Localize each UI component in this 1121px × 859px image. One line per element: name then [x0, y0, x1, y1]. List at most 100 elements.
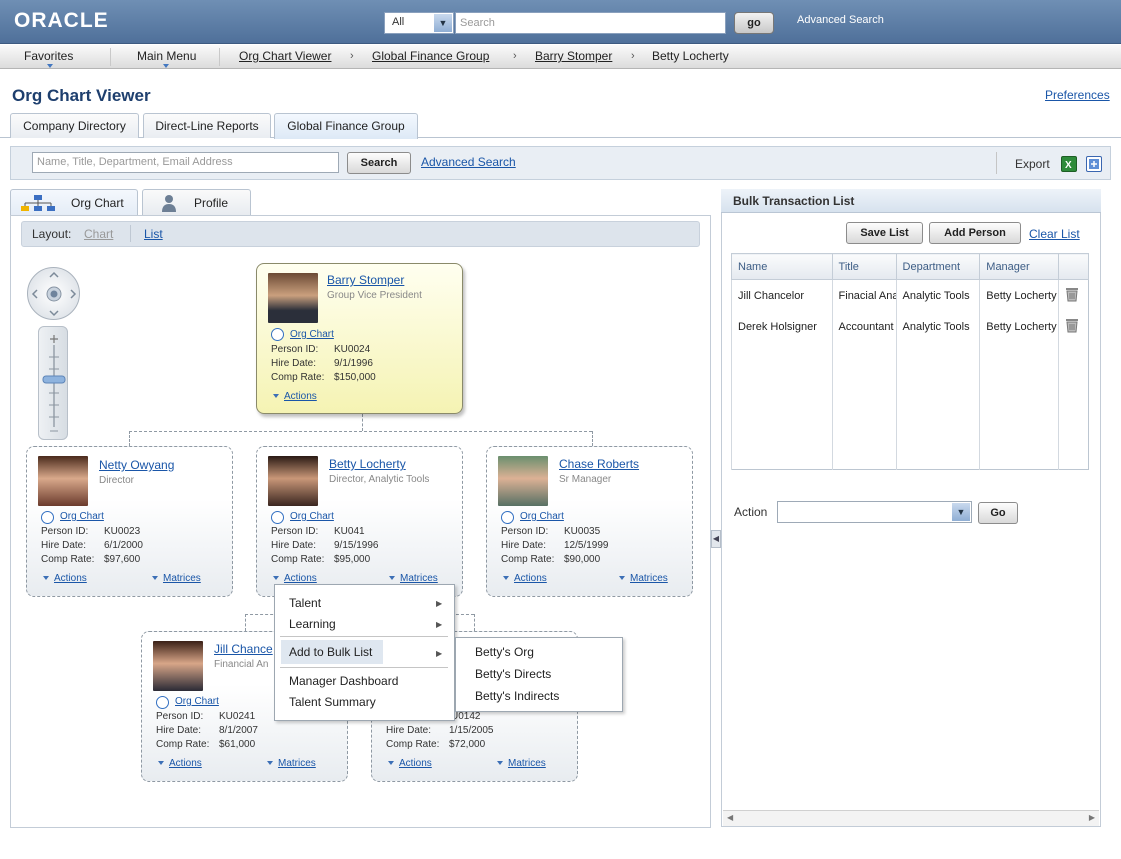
org-chart-link[interactable]: Org Chart: [290, 511, 334, 522]
export-file-icon[interactable]: [1086, 156, 1102, 172]
avatar: [498, 456, 548, 506]
menu-item-talent[interactable]: Talent: [289, 596, 321, 610]
chevron-down-icon: [43, 576, 49, 581]
submenu-item-bettys-org[interactable]: Betty's Org: [475, 645, 534, 659]
header-advanced-search-link[interactable]: Advanced Search: [797, 14, 884, 26]
action-select[interactable]: ▼: [777, 501, 972, 523]
tab-company-directory[interactable]: Company Directory: [10, 113, 139, 138]
layout-list-link[interactable]: List: [144, 227, 163, 241]
table-header-row: Name Title Department Manager: [731, 253, 1089, 280]
main-menu-dropdown-icon: [163, 64, 169, 68]
zoom-scale-icon: [42, 335, 66, 432]
menu-item-add-to-bulk-list[interactable]: Add to Bulk List: [289, 645, 372, 659]
hire-date-value: 8/1/2007: [219, 725, 258, 736]
breadcrumb-org-chart-viewer[interactable]: Org Chart Viewer: [239, 49, 331, 63]
main-menu[interactable]: Main Menu: [137, 49, 196, 63]
action-go-button[interactable]: Go: [978, 502, 1018, 524]
layout-divider: [130, 225, 131, 242]
favorites-menu[interactable]: Favorites: [24, 49, 73, 63]
person-id-value: KU041: [334, 526, 365, 537]
hire-date-value: 9/15/1996: [334, 540, 379, 551]
horizontal-scrollbar[interactable]: ◀ ▶: [723, 810, 1099, 826]
actions-menu-button[interactable]: Actions: [43, 573, 87, 584]
save-list-button[interactable]: Save List: [846, 222, 923, 244]
tab-direct-line-reports[interactable]: Direct-Line Reports: [143, 113, 271, 138]
layout-chart-link[interactable]: Chart: [84, 227, 113, 241]
person-id-value: U0142: [451, 711, 481, 722]
breadcrumb-global-finance-group[interactable]: Global Finance Group: [372, 49, 489, 63]
target-icon: [501, 511, 514, 524]
trash-icon[interactable]: [1065, 286, 1079, 302]
actions-menu-button[interactable]: Actions: [158, 758, 202, 769]
submenu-item-bettys-indirects[interactable]: Betty's Indirects: [475, 689, 559, 703]
clear-list-link[interactable]: Clear List: [1029, 227, 1080, 241]
avatar: [268, 273, 318, 323]
tab-profile[interactable]: Profile: [142, 189, 251, 216]
person-name-link[interactable]: Chase Roberts: [559, 457, 639, 471]
breadcrumb-barry-stomper[interactable]: Barry Stomper: [535, 49, 612, 63]
advanced-search-link[interactable]: Advanced Search: [421, 155, 516, 169]
preferences-link[interactable]: Preferences: [1045, 88, 1110, 102]
layout-label: Layout:: [32, 227, 72, 241]
actions-label: Actions: [284, 573, 317, 584]
column-header-manager[interactable]: Manager: [979, 253, 1060, 280]
matrices-label: Matrices: [508, 758, 546, 769]
hire-date-label: Hire Date:: [501, 540, 547, 551]
avatar: [153, 641, 203, 691]
actions-label: Actions: [284, 391, 317, 402]
actions-menu-button[interactable]: Actions: [388, 758, 432, 769]
matrices-label: Matrices: [163, 573, 201, 584]
org-chart-link[interactable]: Org Chart: [290, 329, 334, 340]
target-icon: [156, 696, 169, 709]
actions-label: Actions: [169, 758, 202, 769]
matrices-menu-button[interactable]: Matrices: [152, 573, 201, 584]
actions-menu-button[interactable]: Actions: [273, 391, 317, 402]
panel-collapse-icon[interactable]: ◀: [711, 530, 721, 548]
person-id-value: KU0035: [564, 526, 601, 537]
menu-item-learning[interactable]: Learning: [289, 617, 336, 631]
chevron-down-icon: [152, 576, 158, 581]
chevron-down-icon: [388, 761, 394, 766]
actions-menu-button[interactable]: Actions: [273, 573, 317, 584]
actions-menu-button[interactable]: Actions: [503, 573, 547, 584]
directory-search-button[interactable]: Search: [347, 152, 411, 174]
global-search-go-button[interactable]: go: [734, 12, 774, 34]
person-name-link[interactable]: Barry Stomper: [327, 273, 404, 287]
person-title: Group Vice President: [327, 290, 422, 301]
cell-department: Analytic Tools: [895, 279, 980, 312]
person-name-link[interactable]: Betty Locherty: [329, 457, 406, 471]
directory-search-input[interactable]: Name, Title, Department, Email Address: [32, 152, 339, 173]
matrices-menu-button[interactable]: Matrices: [389, 573, 438, 584]
menu-item-manager-dashboard[interactable]: Manager Dashboard: [289, 674, 398, 688]
matrices-menu-button[interactable]: Matrices: [619, 573, 668, 584]
trash-icon[interactable]: [1065, 317, 1079, 333]
submenu-item-bettys-directs[interactable]: Betty's Directs: [475, 667, 551, 681]
matrices-menu-button[interactable]: Matrices: [267, 758, 316, 769]
scroll-right-icon[interactable]: ▶: [1089, 813, 1095, 822]
org-chart-link[interactable]: Org Chart: [520, 511, 564, 522]
search-scope-select[interactable]: All ▼: [384, 12, 454, 34]
excel-export-icon[interactable]: X: [1061, 156, 1077, 172]
tab-org-chart[interactable]: Org Chart: [10, 189, 138, 216]
global-search-input[interactable]: Search: [455, 12, 726, 34]
actions-label: Actions: [399, 758, 432, 769]
column-header-department[interactable]: Department: [895, 253, 981, 280]
org-chart-link[interactable]: Org Chart: [60, 511, 104, 522]
tab-global-finance-group[interactable]: Global Finance Group: [274, 113, 418, 139]
person-name-link[interactable]: Netty Owyang: [99, 458, 174, 472]
action-label: Action: [734, 505, 768, 519]
column-header-name[interactable]: Name: [731, 253, 833, 280]
hire-date-label: Hire Date:: [271, 358, 317, 369]
pan-control[interactable]: [27, 267, 80, 320]
column-header-title[interactable]: Title: [831, 253, 897, 280]
person-name-link[interactable]: Jill Chance: [214, 642, 273, 656]
hire-date-value: 9/1/1996: [334, 358, 373, 369]
org-chart-link[interactable]: Org Chart: [175, 696, 219, 707]
menu-item-talent-summary[interactable]: Talent Summary: [289, 695, 376, 709]
zoom-slider[interactable]: [38, 326, 68, 440]
matrices-menu-button[interactable]: Matrices: [497, 758, 546, 769]
cell-department: Analytic Tools: [895, 311, 980, 343]
add-person-button[interactable]: Add Person: [929, 222, 1021, 244]
scroll-left-icon[interactable]: ◀: [727, 813, 733, 822]
nav-divider: [219, 48, 220, 66]
